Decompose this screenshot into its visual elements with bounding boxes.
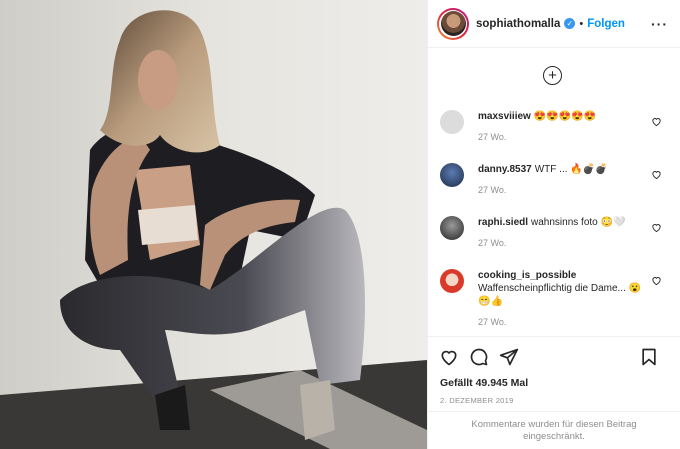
- heart-icon[interactable]: [439, 347, 459, 367]
- comments-list: + maxsviiiew 😍😍😍😍😍 27 Wo. danny.8537 WTF .…: [428, 48, 680, 336]
- verified-badge-icon: ✓: [564, 18, 576, 29]
- post-actions: [428, 336, 680, 376]
- comment-avatar[interactable]: [440, 110, 464, 134]
- instagram-post: sophiathomalla ✓ • Folgen ··· + maxsviii…: [0, 0, 680, 449]
- comment-icon[interactable]: [469, 347, 489, 367]
- comment-time[interactable]: 27 Wo.: [478, 132, 648, 142]
- comment-username[interactable]: raphi.siedl: [478, 217, 528, 228]
- heart-icon[interactable]: [651, 275, 662, 286]
- heart-icon[interactable]: [651, 222, 662, 233]
- author-avatar[interactable]: [437, 7, 469, 40]
- author-username[interactable]: sophiathomalla: [476, 18, 560, 30]
- comments-limited-notice: Kommentare wurden für diesen Beitrag ein…: [428, 411, 680, 449]
- comment-username[interactable]: danny.8537: [478, 164, 532, 175]
- separator-dot: •: [579, 17, 584, 30]
- heart-icon[interactable]: [651, 169, 662, 180]
- comment-text: 😍😍😍😍😍: [533, 111, 597, 122]
- load-more-comments-icon[interactable]: +: [543, 66, 562, 85]
- paper-plane-icon[interactable]: [499, 347, 519, 367]
- comment-username[interactable]: maxsviiiew: [478, 111, 531, 122]
- post-photo[interactable]: [0, 0, 427, 449]
- comment-time[interactable]: 27 Wo.: [478, 185, 648, 195]
- likes-count[interactable]: Gefällt 49.945 Mal: [428, 377, 680, 389]
- more-options-icon[interactable]: ···: [651, 16, 668, 32]
- comment-time[interactable]: 27 Wo.: [478, 238, 648, 248]
- comment-avatar[interactable]: [440, 269, 464, 293]
- comment-time[interactable]: 27 Wo.: [478, 317, 648, 327]
- post-header: sophiathomalla ✓ • Folgen ···: [428, 0, 680, 48]
- comment-item: danny.8537 WTF ... 🔥💣💣 27 Wo.: [440, 163, 670, 195]
- follow-button[interactable]: Folgen: [587, 18, 625, 30]
- heart-icon[interactable]: [651, 116, 662, 127]
- comment-text: WTF ... 🔥💣💣: [534, 164, 608, 175]
- comment-avatar[interactable]: [440, 216, 464, 240]
- comment-item: cooking_is_possible Waffenscheinpflichtig…: [440, 269, 670, 327]
- comment-text: Waffenscheinpflichtig die Dame... 😮😁👍: [478, 283, 642, 307]
- bookmark-icon[interactable]: [639, 347, 659, 367]
- comment-item: raphi.siedl wahnsinns foto 😳🤍 27 Wo.: [440, 216, 670, 248]
- post-sidebar: sophiathomalla ✓ • Folgen ··· + maxsviii…: [427, 0, 680, 449]
- comment-avatar[interactable]: [440, 163, 464, 187]
- comment-item: maxsviiiew 😍😍😍😍😍 27 Wo.: [440, 110, 670, 142]
- post-photo-image: [0, 0, 427, 449]
- comment-text: wahnsinns foto 😳🤍: [531, 217, 626, 228]
- post-date[interactable]: 2. DEZEMBER 2019: [428, 396, 680, 405]
- comment-username[interactable]: cooking_is_possible: [478, 270, 576, 281]
